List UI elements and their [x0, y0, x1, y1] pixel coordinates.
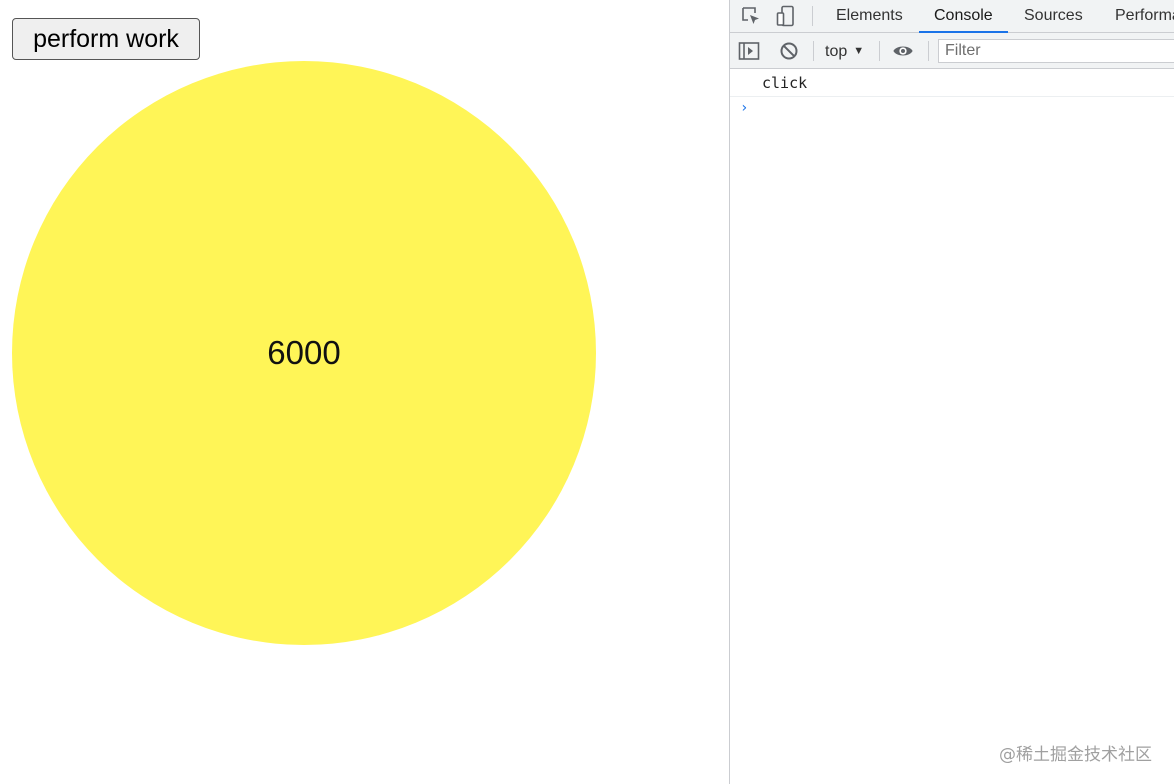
tab-elements[interactable]: Elements	[836, 0, 903, 33]
tab-sources[interactable]: Sources	[1024, 0, 1083, 33]
console-filter-input[interactable]	[938, 39, 1174, 63]
console-prompt[interactable]: ›	[730, 98, 1174, 122]
context-label: top	[825, 43, 848, 60]
tab-console[interactable]: Console	[919, 0, 1008, 33]
device-toolbar-icon[interactable]	[775, 5, 797, 27]
tabbar-separator	[812, 6, 813, 26]
inspect-element-icon[interactable]	[740, 5, 762, 27]
toolbar-separator	[928, 41, 929, 61]
watermark: @稀土掘金技术社区	[999, 745, 1152, 765]
console-toolbar: top ▼	[730, 33, 1174, 69]
context-selector[interactable]: top ▼	[825, 41, 864, 61]
perform-work-button[interactable]: perform work	[12, 18, 200, 60]
dropdown-arrow-icon: ▼	[853, 45, 865, 57]
console-message: click	[730, 70, 1174, 97]
prompt-chevron-icon: ›	[740, 100, 749, 116]
tab-performance[interactable]: Performa	[1115, 0, 1174, 33]
page-root: perform work 6000 Elements Console Sourc…	[0, 0, 1174, 784]
console-sidebar-icon[interactable]	[738, 40, 760, 62]
toolbar-separator	[879, 41, 880, 61]
toolbar-separator	[813, 41, 814, 61]
devtools-panel: Elements Console Sources Performa	[729, 0, 1174, 784]
devtools-tab-bar: Elements Console Sources Performa	[730, 0, 1174, 33]
console-message-text: click	[762, 74, 808, 92]
circle-value: 6000	[267, 334, 341, 371]
live-expression-eye-icon[interactable]	[892, 40, 914, 62]
yellow-circle: 6000	[12, 61, 596, 645]
clear-console-icon[interactable]	[778, 40, 800, 62]
